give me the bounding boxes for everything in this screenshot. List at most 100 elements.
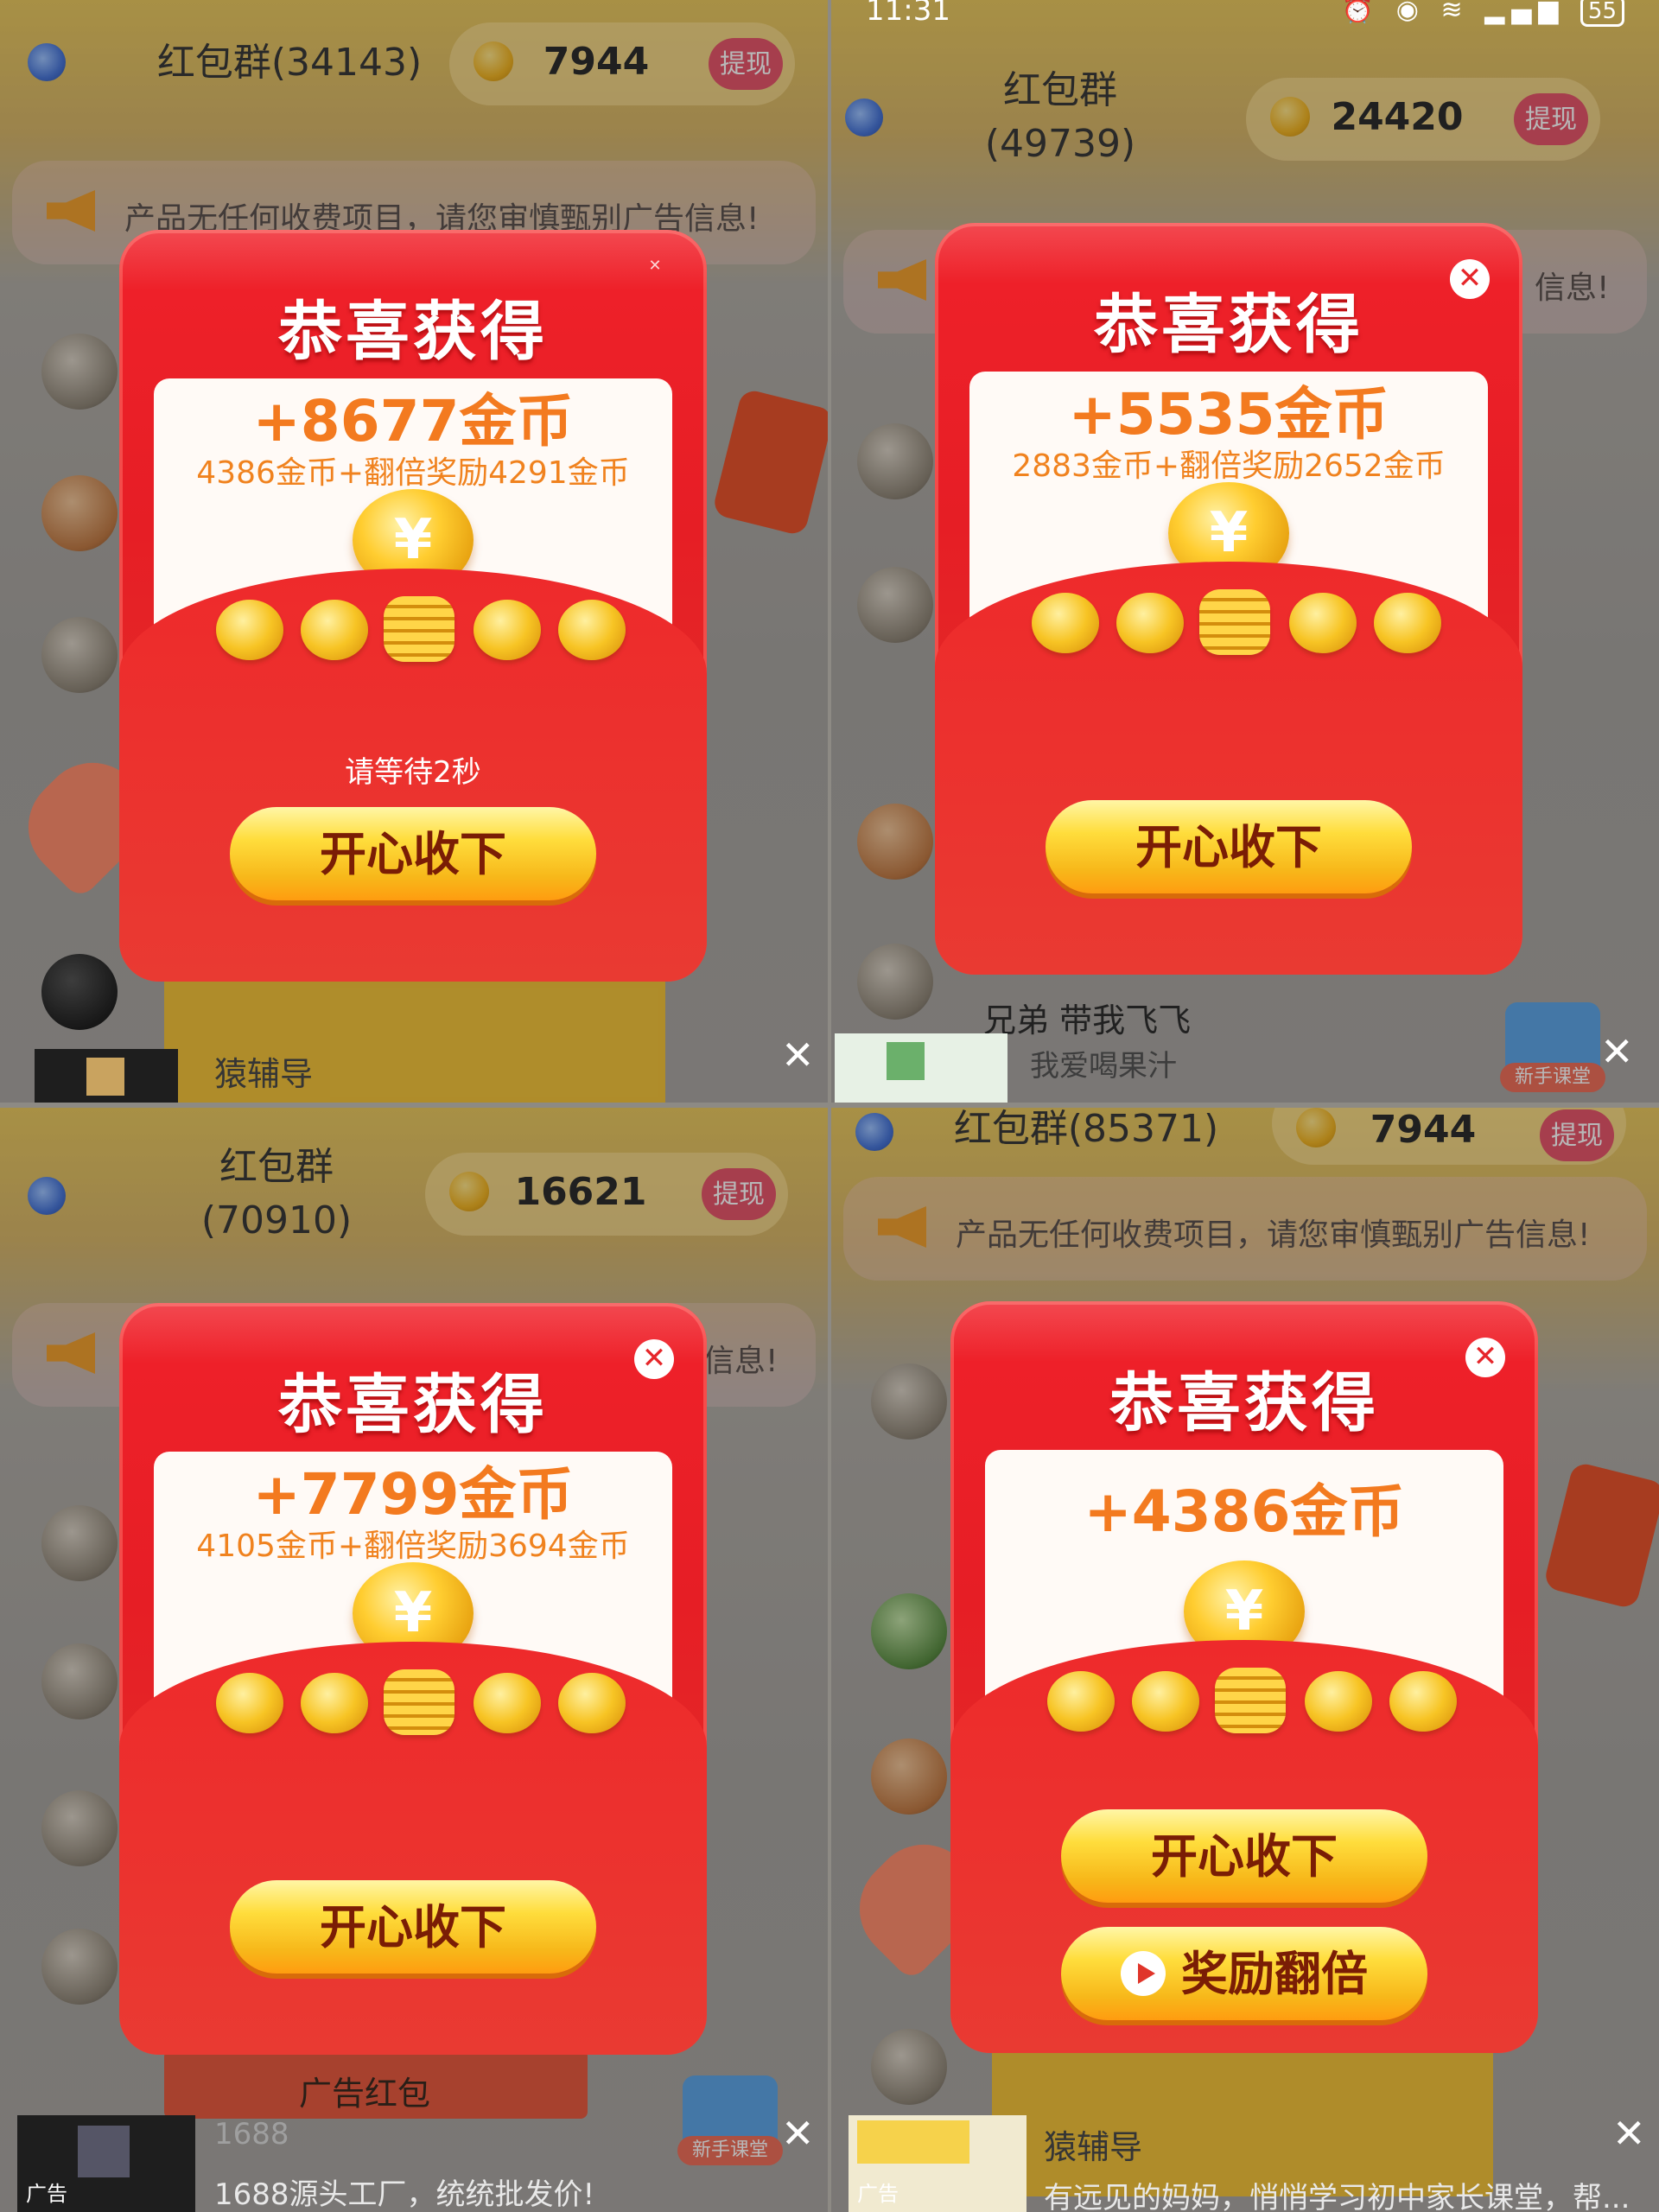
reward-dialog: ✕ 恭喜获得 +8677金币 4386金币+翻倍奖励4291金币 ¥ 请等待2秒… — [119, 230, 707, 982]
coin-icon — [1289, 593, 1357, 653]
ad-sender: 1688 — [214, 2117, 289, 2152]
accept-button[interactable]: 开心收下 — [230, 807, 596, 900]
status-time: 11:31 — [866, 0, 950, 28]
battery-icon: 55 — [1580, 0, 1624, 27]
coins-row — [119, 1669, 707, 1742]
top-bar: 红包群 (49739) 24420 提现 — [831, 52, 1659, 181]
close-ad-icon[interactable]: ✕ — [781, 2113, 815, 2153]
close-icon[interactable]: ✕ — [634, 1339, 674, 1379]
avatar[interactable] — [41, 475, 118, 551]
coin-balance: 24420 提现 — [1246, 78, 1600, 161]
ad-thumbnail[interactable]: 广告 — [17, 2115, 195, 2212]
group-title-line2: (49739) — [984, 122, 1136, 166]
newbie-class-badge[interactable]: 新手课堂 — [1500, 1002, 1605, 1092]
globe-icon[interactable] — [855, 1113, 893, 1151]
withdraw-button[interactable]: 提现 — [1540, 1109, 1614, 1161]
dialog-title: 恭喜获得 — [278, 295, 548, 369]
screenshot-panel-1: 红包群(34143) 7944 提现 产品无任何收费项目，请您审慎甄别广告信息!… — [0, 0, 828, 1103]
group-title-line1: 红包群 — [1003, 68, 1117, 112]
coins-row — [950, 1668, 1538, 1740]
reward-amount: +5535金币 — [1068, 381, 1389, 448]
coin-balance: 7944 提现 — [449, 22, 795, 105]
avatar[interactable] — [857, 567, 933, 643]
ad-thumbnail[interactable] — [835, 1033, 1007, 1103]
status-bar: 11:31 ⏰ ◉ ≋ ▂▄▆ 55 — [831, 0, 1659, 35]
wait-countdown: 请等待2秒 — [345, 755, 481, 790]
avatar[interactable] — [871, 2029, 947, 2105]
avatar[interactable] — [41, 954, 118, 1030]
close-ad-icon[interactable]: ✕ — [1612, 2113, 1646, 2153]
coin-icon — [1116, 593, 1184, 653]
withdraw-button[interactable]: 提现 — [1514, 93, 1588, 145]
globe-icon[interactable] — [28, 43, 66, 81]
globe-icon[interactable] — [28, 1177, 66, 1215]
coin-balance-value: 7944 — [1370, 1108, 1477, 1152]
group-title-line2: (70910) — [200, 1198, 353, 1243]
notice-text: 信息! — [1535, 270, 1610, 306]
avatar[interactable] — [41, 1790, 118, 1866]
avatar[interactable] — [857, 944, 933, 1020]
coin-icon — [1374, 593, 1441, 653]
avatar[interactable] — [857, 804, 933, 880]
avatar[interactable] — [871, 1593, 947, 1669]
dialog-body: ✕ 恭喜获得 +8677金币 4386金币+翻倍奖励4291金币 ¥ 请等待2秒… — [119, 230, 707, 982]
close-icon[interactable]: ✕ — [1450, 259, 1490, 299]
coin-stack-icon — [384, 1669, 454, 1735]
dialog-title: 恭喜获得 — [1094, 288, 1363, 362]
group-title-line1: 红包群 — [219, 1145, 334, 1189]
coin-icon — [216, 600, 283, 660]
coin-icon — [558, 1673, 626, 1733]
globe-icon[interactable] — [845, 99, 883, 137]
ad-thumbnail[interactable] — [35, 1049, 178, 1103]
dialog-body: ✕ 恭喜获得 +4386金币 ¥ 开心收下 奖励翻倍 — [950, 1301, 1538, 2053]
accept-button[interactable]: 开心收下 — [230, 1880, 596, 1974]
close-ad-icon[interactable]: ✕ — [781, 1035, 815, 1075]
close-icon[interactable]: ✕ — [1465, 1338, 1505, 1377]
coin-icon — [301, 1673, 368, 1733]
avatar[interactable] — [871, 1738, 947, 1815]
ad-text[interactable]: 有远见的妈妈，悄悄学习初中家长课堂，帮... — [1044, 2174, 1630, 2212]
close-ad-icon[interactable]: ✕ — [1600, 1032, 1634, 1071]
message-text: 我爱喝果汁 — [1030, 1049, 1177, 1084]
accept-button[interactable]: 开心收下 — [1046, 800, 1412, 893]
avatar[interactable] — [41, 1643, 118, 1719]
avatar[interactable] — [41, 1505, 118, 1581]
group-title: 红包群(34143) — [156, 41, 423, 85]
coin-stack-icon — [384, 596, 454, 662]
avatar[interactable] — [41, 334, 118, 410]
withdraw-button[interactable]: 提现 — [709, 38, 783, 90]
top-bar: 红包群(85371) 7944 提现 — [831, 1108, 1659, 1194]
coin-icon — [474, 1673, 541, 1733]
coin-icon — [1132, 1671, 1199, 1732]
top-bar: 红包群 (70910) 16621 提现 — [0, 1108, 828, 1246]
avatar[interactable] — [857, 423, 933, 499]
reward-amount: +4386金币 — [1084, 1478, 1405, 1545]
ad-label: 广告 — [857, 2182, 899, 2206]
coin-balance-value: 16621 — [514, 1170, 647, 1214]
coin-stack-icon — [1215, 1668, 1286, 1733]
sender-name: 猿辅导 — [1044, 2128, 1143, 2166]
withdraw-button[interactable]: 提现 — [702, 1168, 776, 1220]
double-reward-label: 奖励翻倍 — [1181, 1947, 1368, 2001]
notice-text: 产品无任何收费项目，请您审慎甄别广告信息! — [956, 1217, 1591, 1253]
close-icon[interactable]: ✕ — [646, 257, 664, 275]
reward-breakdown: 4105金币+翻倍奖励3694金币 — [196, 1529, 630, 1564]
ad-text[interactable]: 1688源头工厂，统统批发价! — [214, 2171, 594, 2212]
avatar[interactable] — [41, 617, 118, 693]
avatar[interactable] — [41, 1929, 118, 2005]
newbie-class-label: 新手课堂 — [1500, 1063, 1605, 1092]
gift-decoration — [1542, 1460, 1659, 1611]
reward-dialog: ✕ 恭喜获得 +7799金币 4105金币+翻倍奖励3694金币 ¥ 开心收下 — [119, 1303, 707, 2055]
accept-button[interactable]: 开心收下 — [1061, 1809, 1427, 1903]
megaphone-icon — [47, 1332, 95, 1374]
group-title: 红包群(85371) — [953, 1108, 1219, 1151]
avatar[interactable] — [871, 1363, 947, 1440]
coin-icon — [1032, 593, 1099, 653]
newbie-class-badge[interactable]: 新手课堂 — [677, 2075, 783, 2165]
double-reward-button[interactable]: 奖励翻倍 — [1061, 1927, 1427, 2020]
coin-stack-icon — [1199, 589, 1270, 655]
megaphone-icon — [878, 1206, 926, 1248]
status-icons: ⏰ ◉ ≋ ▂▄▆ 55 — [1342, 0, 1624, 27]
gift-decoration — [711, 387, 828, 537]
ad-thumbnail[interactable]: 广告 — [849, 2115, 1027, 2212]
